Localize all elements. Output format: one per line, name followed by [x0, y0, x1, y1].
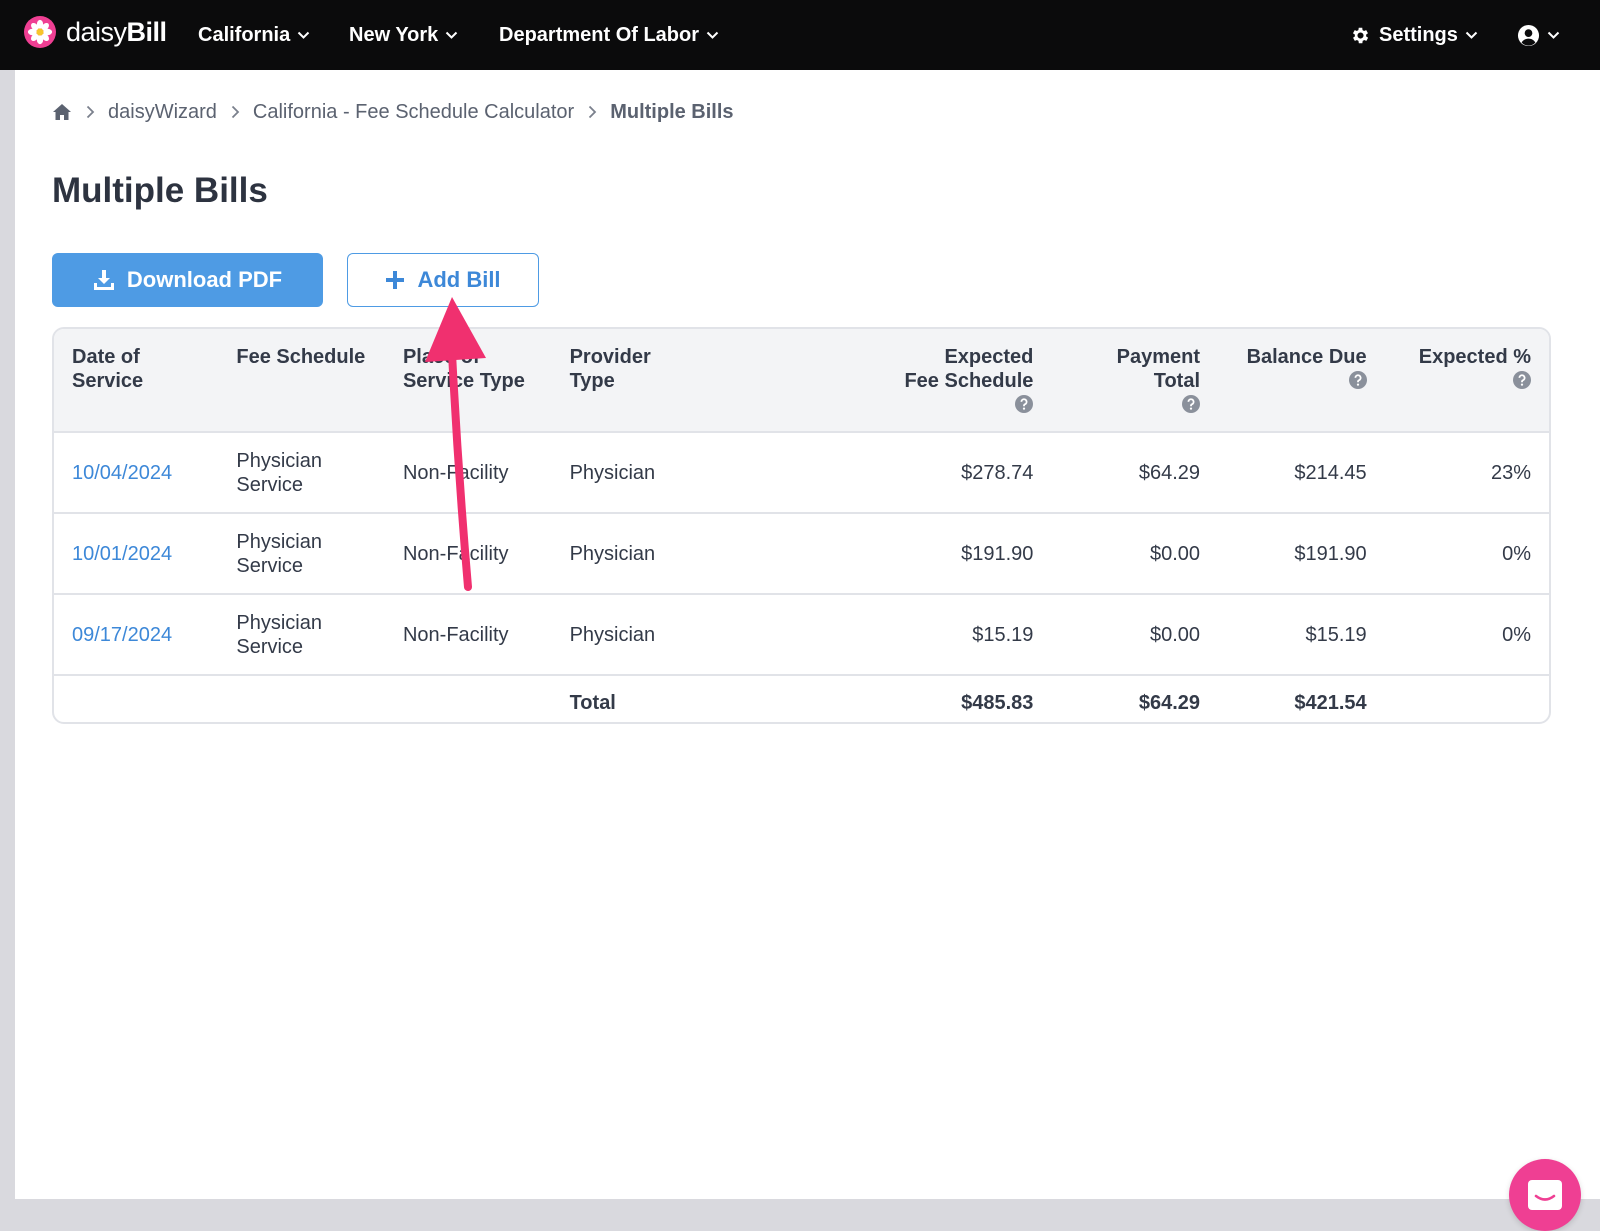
date-of-service-link[interactable]: 10/04/2024	[72, 462, 172, 484]
header-provider-type: Provider Type	[551, 329, 719, 433]
user-circle-icon	[1517, 24, 1540, 46]
chevron-right-icon	[231, 105, 240, 119]
home-icon[interactable]	[52, 103, 72, 121]
chevron-down-icon	[1547, 31, 1560, 39]
fee-line2: Service	[236, 635, 304, 658]
download-pdf-button[interactable]: Download PDF	[52, 253, 323, 307]
brand-name-bold: Bill	[126, 17, 168, 47]
expected-fee-cell: $15.19	[718, 594, 1052, 676]
header-date-of-service: Date of Service	[54, 329, 219, 433]
date-of-service-link[interactable]: 10/01/2024	[72, 543, 172, 565]
place-of-service-cell: Non-Facility	[384, 432, 552, 514]
table-header-row: Date of Service Fee Schedule Place of Se…	[54, 329, 1549, 433]
place-of-service-cell: Non-Facility	[384, 513, 552, 595]
help-icon[interactable]	[1513, 371, 1531, 389]
fee-line2: Service	[236, 554, 304, 577]
daisybill-logo[interactable]: daisyBill	[24, 16, 167, 48]
provider-type-cell: Physician	[551, 432, 719, 514]
chat-launcher-button[interactable]	[1509, 1159, 1581, 1231]
nav-settings-dropdown[interactable]: Settings	[1350, 20, 1478, 50]
expected-fee-cell: $278.74	[718, 432, 1052, 514]
help-icon[interactable]	[1015, 395, 1034, 413]
table-total-row: Total $485.83 $64.29 $421.54	[54, 675, 1549, 722]
chevron-down-icon	[446, 31, 458, 39]
date-of-service-link[interactable]: 09/17/2024	[72, 624, 172, 646]
add-bill-label: Add Bill	[417, 267, 501, 292]
total-payment: $64.29	[1138, 692, 1201, 714]
header-expected-percent: Expected %	[1384, 329, 1549, 433]
fee-line2: Service	[236, 473, 304, 496]
nav-new-york-dropdown[interactable]: New York	[349, 20, 458, 50]
header-place-line1: Place of	[402, 346, 480, 368]
payment-total-cell: $0.00	[1051, 513, 1219, 595]
balance-due-cell: $15.19	[1218, 594, 1385, 676]
page-title: Multiple Bills	[52, 171, 268, 210]
breadcrumb: daisyWizard California - Fee Schedule Ca…	[52, 100, 734, 124]
chevron-down-icon	[298, 31, 310, 39]
expected-percent-cell: 0%	[1384, 513, 1549, 595]
bills-table: Date of Service Fee Schedule Place of Se…	[52, 327, 1551, 724]
nav-california-dropdown[interactable]: California	[198, 20, 310, 50]
balance-due-cell: $191.90	[1218, 513, 1385, 595]
header-expected-line2: Fee Schedule	[904, 370, 1034, 392]
table-row: 09/17/2024 Physician Service Non-Facility…	[54, 594, 1549, 676]
top-navbar: daisyBill California New York Department…	[0, 0, 1600, 70]
fee-line1: Physician	[236, 449, 322, 472]
header-expected-pct-label: Expected %	[1418, 346, 1531, 368]
fee-schedule-cell: Physician Service	[218, 513, 385, 595]
chevron-right-icon	[86, 105, 95, 119]
header-place-of-service-type: Place of Service Type	[384, 329, 552, 433]
header-payment-label: Payment Total	[1116, 346, 1201, 392]
total-label: Total	[569, 692, 616, 714]
fee-line1: Physician	[236, 611, 322, 634]
breadcrumb-current: Multiple Bills	[610, 100, 734, 123]
nav-department-of-labor-dropdown[interactable]: Department Of Labor	[499, 20, 719, 50]
chevron-right-icon	[589, 105, 597, 119]
chevron-down-icon	[706, 31, 719, 39]
total-expected: $485.83	[961, 692, 1034, 714]
header-fee-schedule: Fee Schedule	[218, 329, 385, 433]
help-icon[interactable]	[1348, 371, 1367, 389]
fee-line1: Physician	[236, 530, 322, 553]
help-icon[interactable]	[1182, 395, 1201, 413]
header-balance-due: Balance Due	[1218, 329, 1385, 433]
nav-settings-label: Settings	[1379, 23, 1458, 46]
expected-percent-cell: 23%	[1384, 432, 1549, 514]
chevron-down-icon	[1465, 31, 1478, 39]
total-balance: $421.54	[1294, 692, 1367, 714]
header-expected-fee-schedule: Expected Fee Schedule	[718, 329, 1052, 433]
payment-total-cell: $64.29	[1051, 432, 1219, 514]
provider-type-cell: Physician	[551, 594, 719, 676]
table-row: 10/01/2024 Physician Service Non-Facility…	[54, 513, 1549, 595]
brand-name: daisyBill	[66, 16, 167, 48]
chat-icon	[1528, 1180, 1562, 1210]
download-icon	[93, 270, 114, 290]
plus-icon	[386, 271, 405, 289]
table-row: 10/04/2024 Physician Service Non-Facility…	[54, 432, 1549, 514]
breadcrumb-daisywizard-link[interactable]: daisyWizard	[108, 101, 217, 124]
header-balance-label: Balance Due	[1246, 346, 1367, 368]
provider-type-cell: Physician	[551, 513, 719, 595]
expected-fee-cell: $191.90	[718, 513, 1052, 595]
header-payment-total: Payment Total	[1051, 329, 1219, 433]
place-of-service-cell: Non-Facility	[384, 594, 552, 676]
payment-total-cell: $0.00	[1051, 594, 1219, 676]
fee-schedule-cell: Physician Service	[218, 432, 385, 514]
fee-schedule-cell: Physician Service	[218, 594, 385, 676]
download-pdf-label: Download PDF	[126, 267, 283, 292]
gear-icon	[1352, 27, 1369, 43]
header-expected-line1: Expected	[944, 346, 1034, 368]
expected-percent-cell: 0%	[1384, 594, 1549, 676]
breadcrumb-fee-schedule-calculator-link[interactable]: California - Fee Schedule Calculator	[253, 101, 574, 124]
nav-new-york-label: New York	[349, 23, 439, 46]
daisy-flower-icon	[24, 16, 56, 48]
add-bill-button[interactable]: Add Bill	[347, 253, 539, 307]
nav-california-label: California	[198, 23, 291, 46]
nav-user-menu[interactable]	[1517, 20, 1560, 50]
brand-name-light: daisy	[66, 17, 127, 47]
balance-due-cell: $214.45	[1218, 432, 1385, 514]
nav-department-of-labor-label: Department Of Labor	[499, 23, 700, 46]
main-content: daisyWizard California - Fee Schedule Ca…	[15, 70, 1600, 1231]
header-place-line2: Service Type	[402, 370, 525, 392]
